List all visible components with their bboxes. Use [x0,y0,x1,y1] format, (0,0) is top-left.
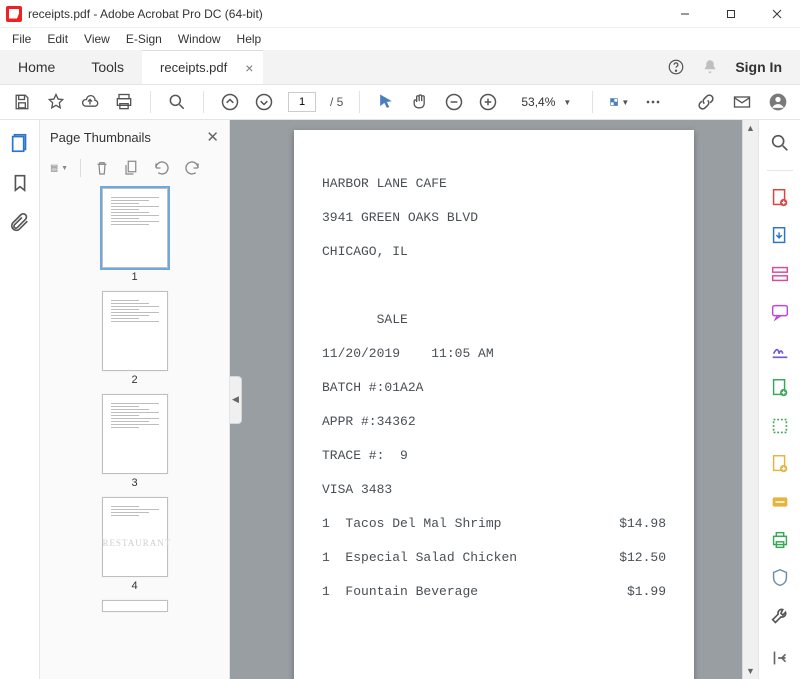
page-thumbnail-4[interactable]: RESTAURANT 4 [102,497,168,592]
acrobat-app-icon [6,6,22,22]
page-thumbnail-3[interactable]: 3 [102,394,168,489]
tab-close-icon[interactable]: × [245,61,253,75]
rotate-ccw-icon[interactable] [153,159,171,177]
menu-view[interactable]: View [76,30,118,48]
nav-thumbnails-icon[interactable] [9,132,31,154]
page-thumbnail-5[interactable] [102,600,168,612]
page-total-label: / 5 [330,95,343,109]
menu-file[interactable]: File [4,30,39,48]
notifications-icon[interactable] [701,58,719,76]
panel-collapse-handle[interactable]: ◀ [230,376,242,424]
scroll-down-icon[interactable]: ▼ [743,663,758,679]
thumbnails-options-icon[interactable]: ▼ [50,159,68,177]
vertical-scrollbar[interactable]: ▲ ▼ [742,120,758,679]
account-icon[interactable] [768,92,788,112]
page-number-input[interactable] [288,92,316,112]
extract-page-icon[interactable] [123,159,141,177]
more-tools-wrench-icon[interactable] [769,605,791,627]
thumbnail-label: 1 [131,271,137,283]
menu-edit[interactable]: Edit [39,30,76,48]
hand-tool-icon[interactable] [410,92,430,112]
tab-home[interactable]: Home [0,50,73,84]
menu-help[interactable]: Help [229,30,270,48]
selection-tool-icon[interactable] [376,92,396,112]
tab-document-label: receipts.pdf [160,60,227,75]
receipt-address: 3941 GREEN OAKS BLVD [322,209,666,226]
sign-tool-icon[interactable] [769,339,791,361]
compress-pdf-icon[interactable] [769,415,791,437]
thumbnails-title: Page Thumbnails [50,130,151,145]
cloud-upload-icon[interactable] [80,92,100,112]
protect-tool-icon[interactable] [769,567,791,589]
print-production-icon[interactable] [769,529,791,551]
email-icon[interactable] [732,92,752,112]
redact-tool-icon[interactable] [769,453,791,475]
delete-page-icon[interactable] [93,159,111,177]
thumbnails-close-icon[interactable]: ✕ [206,128,219,146]
receipt-datetime: 11/20/2019 11:05 AM [322,345,666,362]
receipt-item: 1 Especial Salad Chicken$12.50 [322,549,666,566]
window-title: receipts.pdf - Adobe Acrobat Pro DC (64-… [28,7,662,21]
thumbnail-label: 3 [131,477,137,489]
create-pdf-icon[interactable] [769,187,791,209]
expand-rail-icon[interactable] [769,647,791,669]
page-display-icon[interactable]: ▼ [609,92,629,112]
receipt-merchant: HARBOR LANE CAFE [322,175,666,192]
menu-bar: File Edit View E-Sign Window Help [0,28,800,50]
nav-bookmarks-icon[interactable] [9,172,31,194]
search-tool-icon[interactable] [769,132,791,154]
maximize-button[interactable] [708,0,754,27]
print-icon[interactable] [114,92,134,112]
receipt-card: VISA 3483 [322,481,666,498]
tab-tools[interactable]: Tools [73,50,142,84]
organize-pages-icon[interactable] [769,377,791,399]
document-page: HARBOR LANE CAFE 3941 GREEN OAKS BLVD CH… [294,130,694,679]
find-icon[interactable] [167,92,187,112]
tab-document[interactable]: receipts.pdf × [142,50,263,84]
menu-window[interactable]: Window [170,30,229,48]
receipt-trace: TRACE #: 9 [322,447,666,464]
minimize-button[interactable] [662,0,708,27]
save-icon[interactable] [12,92,32,112]
zoom-in-icon[interactable] [478,92,498,112]
more-tools-icon[interactable] [643,92,663,112]
rotate-cw-icon[interactable] [183,159,201,177]
help-icon[interactable] [667,58,685,76]
page-thumbnail-2[interactable]: 2 [102,291,168,386]
close-button[interactable] [754,0,800,27]
share-link-icon[interactable] [696,92,716,112]
zoom-out-icon[interactable] [444,92,464,112]
receipt-appr: APPR #:34362 [322,413,666,430]
nav-attachments-icon[interactable] [9,212,31,234]
page-down-icon[interactable] [254,92,274,112]
receipt-sale-label: SALE [322,311,666,328]
comment-tool-icon[interactable] [769,301,791,323]
sign-in-button[interactable]: Sign In [735,59,782,75]
menu-esign[interactable]: E-Sign [118,30,170,48]
chevron-down-icon: ▼ [563,98,571,107]
export-pdf-icon[interactable] [769,225,791,247]
edit-pdf-icon[interactable] [769,263,791,285]
thumbnail-label: 4 [131,580,137,592]
fill-sign-icon[interactable] [769,491,791,513]
receipt-item: 1 Tacos Del Mal Shrimp$14.98 [322,515,666,532]
zoom-dropdown[interactable]: 53,4% ▼ [512,92,576,112]
receipt-item: 1 Fountain Beverage$1.99 [322,583,666,600]
thumbnail-label: 2 [131,374,137,386]
star-icon[interactable] [46,92,66,112]
receipt-batch: BATCH #:01A2A [322,379,666,396]
page-thumbnail-1[interactable]: 1 [102,188,168,283]
scroll-up-icon[interactable]: ▲ [743,120,758,136]
page-up-icon[interactable] [220,92,240,112]
receipt-city: CHICAGO, IL [322,243,666,260]
zoom-value: 53,4% [517,95,559,109]
